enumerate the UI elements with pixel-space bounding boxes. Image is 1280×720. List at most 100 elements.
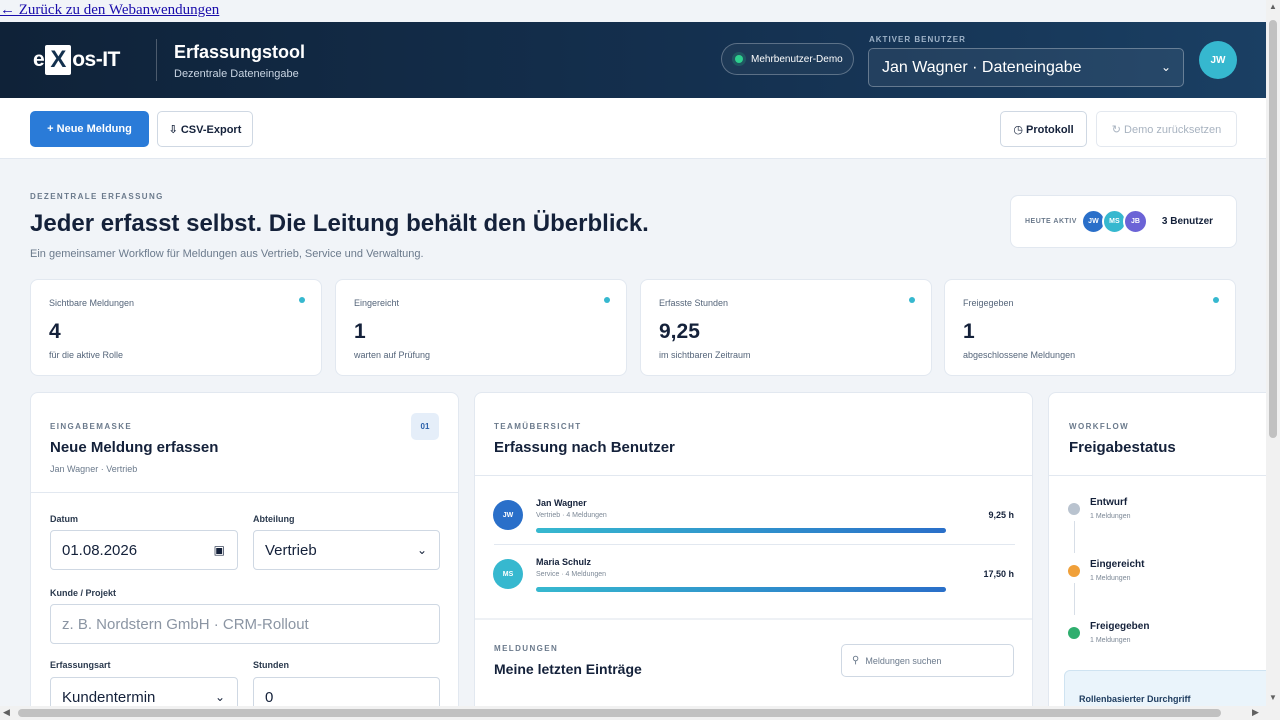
step-count: 1 Meldungen: [1090, 637, 1131, 644]
date-field[interactable]: 01.08.2026 ▣: [50, 530, 238, 570]
user-progress-bar: [536, 587, 946, 592]
stat-label: Eingereicht: [354, 298, 400, 308]
entry-type-value: Kundentermin: [62, 688, 156, 706]
search-input[interactable]: ⚲ Meldungen suchen: [841, 644, 1014, 677]
stat-card-hours: Erfasste Stunden 9,25 im sichtbaren Zeit…: [640, 279, 932, 376]
stat-label: Erfasste Stunden: [659, 298, 729, 308]
user-name: Jan Wagner: [536, 498, 587, 508]
status-dot-icon: [604, 297, 610, 303]
stat-hint: warten auf Prüfung: [354, 350, 431, 360]
vertical-scrollbar[interactable]: ▲ ▼: [1266, 0, 1280, 720]
divider: [31, 492, 458, 493]
app-subtitle: Dezentrale Dateneingabe: [174, 68, 299, 80]
active-user-label: AKTIVER BENUTZER: [869, 35, 966, 44]
form-eyebrow: EINGABEMASKE: [50, 422, 133, 431]
scrollbar-thumb[interactable]: [18, 709, 1221, 717]
active-today-label: HEUTE AKTIV: [1025, 218, 1077, 225]
form-title: Neue Meldung erfassen: [50, 439, 219, 456]
header-divider: [156, 39, 157, 81]
horizontal-scrollbar[interactable]: ◀ ▶: [0, 706, 1266, 720]
hero-eyebrow: DEZENTRALE ERFASSUNG: [30, 192, 164, 201]
status-dot-icon: [1213, 297, 1219, 303]
new-report-button[interactable]: + Neue Meldung: [30, 111, 149, 147]
role-access-label: Rollenbasierter Durchgriff: [1079, 694, 1191, 704]
customer-label: Kunde / Projekt: [50, 588, 117, 598]
csv-export-button[interactable]: ⇩ CSV-Export: [157, 111, 253, 147]
team-overview-panel: TEAMÜBERSICHT Erfassung nach Benutzer JW…: [474, 392, 1033, 720]
user-name: Maria Schulz: [536, 557, 592, 567]
workflow-panel: WORKFLOW Freigabestatus Entwurf 1 Meldun…: [1048, 392, 1278, 720]
calendar-icon: ▣: [213, 543, 225, 557]
scroll-right-icon[interactable]: ▶: [1252, 707, 1259, 718]
status-dot-icon: [909, 297, 915, 303]
chevron-down-icon: ⌄: [214, 690, 225, 704]
scroll-down-icon[interactable]: ▼: [1269, 693, 1277, 702]
team-eyebrow: TEAMÜBERSICHT: [494, 422, 582, 431]
step-count: 1 Meldungen: [1090, 575, 1131, 582]
user-meta: Service · 4 Meldungen: [536, 571, 607, 578]
department-value: Vertrieb: [265, 541, 317, 559]
page-subtitle: Ein gemeinsamer Workflow für Meldungen a…: [30, 248, 424, 260]
timeline-connector: [1074, 521, 1075, 553]
stat-hint: im sichtbaren Zeitraum: [659, 350, 751, 360]
step-badge: 01: [411, 413, 439, 440]
hours-value: 0: [265, 688, 274, 706]
stat-value: 1: [963, 320, 975, 343]
stat-card-visible: Sichtbare Meldungen 4 für die aktive Rol…: [30, 279, 322, 376]
divider: [494, 544, 1015, 545]
active-user-select[interactable]: Jan Wagner · Dateneingabe ⌄: [868, 48, 1184, 87]
step-name: Entwurf: [1090, 497, 1128, 508]
divider: [475, 475, 1032, 476]
team-title: Erfassung nach Benutzer: [494, 439, 675, 456]
stat-card-approved: Freigegeben 1 abgeschlossene Meldungen: [944, 279, 1236, 376]
stat-label: Freigegeben: [963, 298, 1014, 308]
app-header: e Xos-IT Erfassungstool Dezentrale Datene…: [0, 22, 1266, 98]
step-name: Freigegeben: [1090, 621, 1150, 632]
status-dot-icon: [1068, 627, 1080, 639]
entries-eyebrow: MELDUNGEN: [494, 644, 559, 653]
user-meta: Vertrieb · 4 Meldungen: [536, 512, 607, 519]
entry-type-label: Erfassungsart: [50, 660, 111, 670]
stat-value: 1: [354, 320, 366, 343]
chevron-down-icon: ⌄: [1160, 60, 1171, 74]
step-name: Eingereicht: [1090, 559, 1145, 570]
step-count: 1 Meldungen: [1090, 513, 1131, 520]
user-hours: 17,50 h: [983, 569, 1014, 579]
user-avatar[interactable]: JW: [1199, 41, 1237, 79]
workflow-eyebrow: WORKFLOW: [1069, 422, 1130, 431]
date-label: Datum: [50, 514, 79, 524]
scroll-up-icon[interactable]: ▲: [1269, 2, 1277, 11]
stat-value: 9,25: [659, 320, 700, 343]
status-dot-icon: [1068, 565, 1080, 577]
customer-placeholder: z. B. Nordstern GmbH · CRM-Rollout: [62, 615, 309, 633]
stat-hint: abgeschlossene Meldungen: [963, 350, 1076, 360]
search-placeholder: Meldungen suchen: [865, 655, 942, 666]
search-icon: ⚲: [852, 655, 860, 666]
stat-value: 4: [49, 320, 61, 343]
entry-form-panel: EINGABEMASKE Neue Meldung erfassen Jan W…: [30, 392, 459, 720]
hours-label: Stunden: [253, 660, 289, 670]
chevron-down-icon: ⌄: [416, 543, 427, 557]
demo-mode-label: Mehrbenutzer-Demo: [751, 53, 843, 65]
status-dot-icon: [299, 297, 305, 303]
protocol-button[interactable]: ◷ Protokoll: [1000, 111, 1087, 147]
user-hours: 9,25 h: [988, 510, 1014, 520]
stat-hint: für die aktive Rolle: [49, 350, 124, 360]
stat-card-submitted: Eingereicht 1 warten auf Prüfung: [335, 279, 627, 376]
department-label: Abteilung: [253, 514, 295, 524]
reset-demo-button[interactable]: ↻ Demo zurücksetzen: [1096, 111, 1237, 147]
form-subtitle: Jan Wagner · Vertrieb: [50, 464, 138, 474]
page-title: Jeder erfasst selbst. Die Leitung behält…: [30, 210, 649, 237]
divider: [1049, 475, 1277, 476]
avatar: JB: [1122, 209, 1148, 234]
date-value: 01.08.2026: [62, 541, 138, 559]
status-dot-icon: [735, 55, 743, 63]
back-link[interactable]: ← Zurück zu den Webanwendungen: [0, 2, 219, 19]
customer-field[interactable]: z. B. Nordstern GmbH · CRM-Rollout: [50, 604, 440, 644]
department-select[interactable]: Vertrieb ⌄: [253, 530, 440, 570]
stat-label: Sichtbare Meldungen: [49, 298, 135, 308]
scroll-left-icon[interactable]: ◀: [3, 707, 10, 718]
scrollbar-thumb[interactable]: [1269, 20, 1277, 438]
entries-title: Meine letzten Einträge: [494, 661, 642, 677]
workflow-title: Freigabestatus: [1069, 439, 1176, 456]
